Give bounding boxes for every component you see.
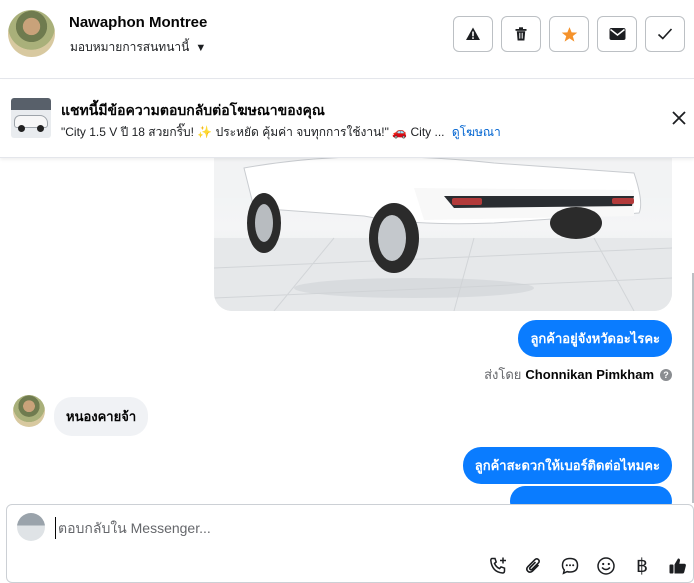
message-image-car[interactable] <box>214 158 672 311</box>
report-spam-button[interactable] <box>453 16 493 52</box>
header-actions <box>453 16 685 52</box>
close-icon[interactable] <box>670 109 688 127</box>
mark-done-button[interactable] <box>645 16 685 52</box>
ad-banner-title: แชทนี้มีข้อความตอบกลับต่อโฆษณาของคุณ <box>61 102 325 118</box>
outgoing-message-partial[interactable] <box>510 486 672 504</box>
paperclip-icon <box>526 558 540 573</box>
payment-button[interactable]: ฿ <box>629 553 655 579</box>
attach-button[interactable] <box>521 553 547 579</box>
sent-by-label: ส่งโดย Chonnikan Pimkham ? <box>484 364 672 385</box>
call-button[interactable] <box>485 553 511 579</box>
view-ad-link[interactable]: ดูโฆษณา <box>452 125 501 139</box>
check-icon <box>657 28 673 40</box>
saved-replies-button[interactable] <box>557 553 583 579</box>
star-icon <box>561 26 577 42</box>
emoji-button[interactable] <box>593 553 619 579</box>
ad-snippet-text: "City 1.5 V ปี 18 สวยกริ๊บ! ✨ ประหยัด คุ… <box>61 125 445 139</box>
mail-icon <box>609 28 625 40</box>
conversation-header: Nawaphon Montree มอบหมายการสนทนานี้ ▼ <box>0 0 694 79</box>
ad-banner-snippet: "City 1.5 V ปี 18 สวยกริ๊บ! ✨ ประหยัด คุ… <box>61 123 501 142</box>
trash-icon <box>515 27 527 41</box>
phone-add-icon <box>490 557 506 574</box>
baht-icon: ฿ <box>635 555 649 577</box>
caret-down-icon: ▼ <box>195 41 207 54</box>
star-button[interactable] <box>549 16 589 52</box>
reply-input[interactable] <box>55 517 475 539</box>
mark-unread-button[interactable] <box>597 16 637 52</box>
info-icon[interactable]: ? <box>660 368 672 381</box>
sender-name[interactable]: Chonnikan Pimkham <box>525 367 654 382</box>
contact-avatar-small[interactable] <box>13 395 45 427</box>
outgoing-message[interactable]: ลูกค้าอยู่จังหวัดอะไรคะ <box>518 320 672 357</box>
car-photo-illustration <box>214 158 672 311</box>
assign-label: มอบหมายการสนทนานี้ <box>70 40 190 54</box>
smiley-icon <box>597 557 615 575</box>
ad-thumbnail[interactable] <box>11 98 51 138</box>
chat-bubble-icon <box>561 557 579 575</box>
contact-avatar[interactable] <box>8 10 55 57</box>
reply-composer: ฿ <box>6 504 694 583</box>
incoming-message[interactable]: หนองคายจ้า <box>54 397 149 436</box>
contact-name[interactable]: Nawaphon Montree <box>69 14 207 31</box>
assign-conversation-dropdown[interactable]: มอบหมายการสนทนานี้ ▼ <box>70 38 206 57</box>
delete-button[interactable] <box>501 16 541 52</box>
page-avatar <box>17 513 45 541</box>
warning-icon <box>466 27 480 40</box>
sent-by-prefix: ส่งโดย <box>484 367 522 382</box>
thumbs-up-icon <box>669 558 686 574</box>
outgoing-message[interactable]: ลูกค้าสะดวกให้เบอร์ติดต่อไหมคะ <box>462 447 672 484</box>
composer-toolbar: ฿ <box>485 553 691 579</box>
message-thread[interactable]: ลูกค้าอยู่จังหวัดอะไรคะ ส่งโดย Chonnikan… <box>0 158 694 504</box>
like-button[interactable] <box>665 553 691 579</box>
